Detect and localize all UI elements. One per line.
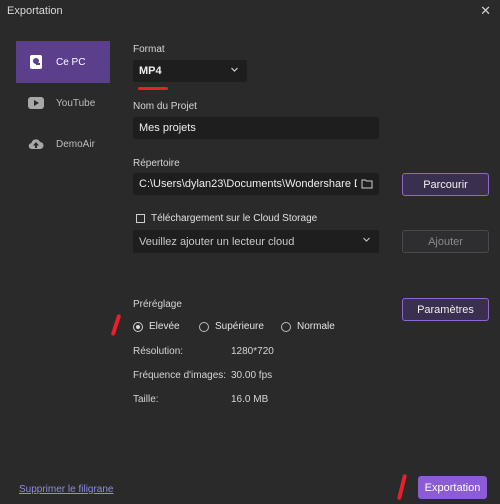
directory-label: Répertoire: [133, 158, 180, 169]
folder-icon[interactable]: [361, 178, 373, 192]
directory-path: C:\Users\dylan23\Documents\Wondershare D…: [139, 178, 357, 190]
radio-icon: [281, 321, 291, 332]
cloud-drive-select[interactable]: Veuillez ajouter un lecteur cloud: [133, 230, 379, 253]
size-label: Taille:: [133, 394, 159, 405]
youtube-icon: [28, 95, 44, 111]
radio-selected-icon: [133, 321, 143, 332]
radio-icon: [199, 321, 209, 332]
sidebar-item-label: Ce PC: [56, 56, 86, 68]
preset-radio-normal[interactable]: Normale: [281, 321, 335, 332]
preset-radio-label: Supérieure: [215, 321, 264, 332]
chevron-down-icon: [230, 65, 239, 77]
cloud-upload-icon: [28, 136, 44, 152]
project-name-input[interactable]: Mes projets: [133, 117, 379, 139]
cloud-storage-checkbox-row[interactable]: Téléchargement sur le Cloud Storage: [136, 213, 317, 224]
sidebar-item-ce-pc[interactable]: Ce PC: [16, 41, 110, 83]
sidebar-item-label: DemoAir: [56, 138, 95, 150]
framerate-label: Fréquence d'images:: [133, 370, 227, 381]
resolution-value: 1280*720: [231, 346, 274, 357]
preset-radio-label: Normale: [297, 321, 335, 332]
pc-icon: [28, 54, 44, 70]
preset-label: Préréglage: [133, 299, 182, 310]
directory-input[interactable]: C:\Users\dylan23\Documents\Wondershare D…: [133, 173, 379, 195]
size-value: 16.0 MB: [231, 394, 269, 405]
remove-watermark-link[interactable]: Supprimer le filigrane: [19, 484, 114, 495]
window-title: Exportation: [7, 5, 63, 17]
preset-radio-high[interactable]: Elevée: [133, 321, 180, 332]
close-icon[interactable]: ✕: [480, 3, 491, 19]
format-label: Format: [133, 44, 165, 55]
cloud-drive-placeholder: Veuillez ajouter un lecteur cloud: [139, 235, 295, 248]
format-select[interactable]: MP4: [133, 60, 247, 82]
browse-button[interactable]: Parcourir: [402, 173, 489, 196]
annotation-red-mark: [110, 313, 122, 337]
project-name-label: Nom du Projet: [133, 101, 197, 112]
cloud-storage-label: Téléchargement sur le Cloud Storage: [151, 213, 318, 224]
sidebar-item-demoair[interactable]: DemoAir: [16, 124, 110, 164]
export-button[interactable]: Exportation: [418, 476, 487, 499]
framerate-value: 30.00 fps: [231, 370, 273, 381]
title-bar: Exportation ✕: [0, 0, 500, 22]
annotation-red-mark: [138, 87, 168, 90]
preset-radio-label: Elevée: [149, 321, 180, 332]
add-cloud-button[interactable]: Ajouter: [402, 230, 489, 253]
format-value: MP4: [139, 65, 162, 77]
sidebar-item-youtube[interactable]: YouTube: [16, 83, 110, 123]
sidebar-item-label: YouTube: [56, 97, 96, 109]
settings-button[interactable]: Paramètres: [402, 298, 489, 321]
chevron-down-icon: [362, 235, 371, 247]
preset-radio-superior[interactable]: Supérieure: [199, 321, 264, 332]
cloud-storage-checkbox[interactable]: [136, 214, 145, 223]
resolution-label: Résolution:: [133, 346, 184, 357]
annotation-red-mark: [396, 473, 408, 501]
